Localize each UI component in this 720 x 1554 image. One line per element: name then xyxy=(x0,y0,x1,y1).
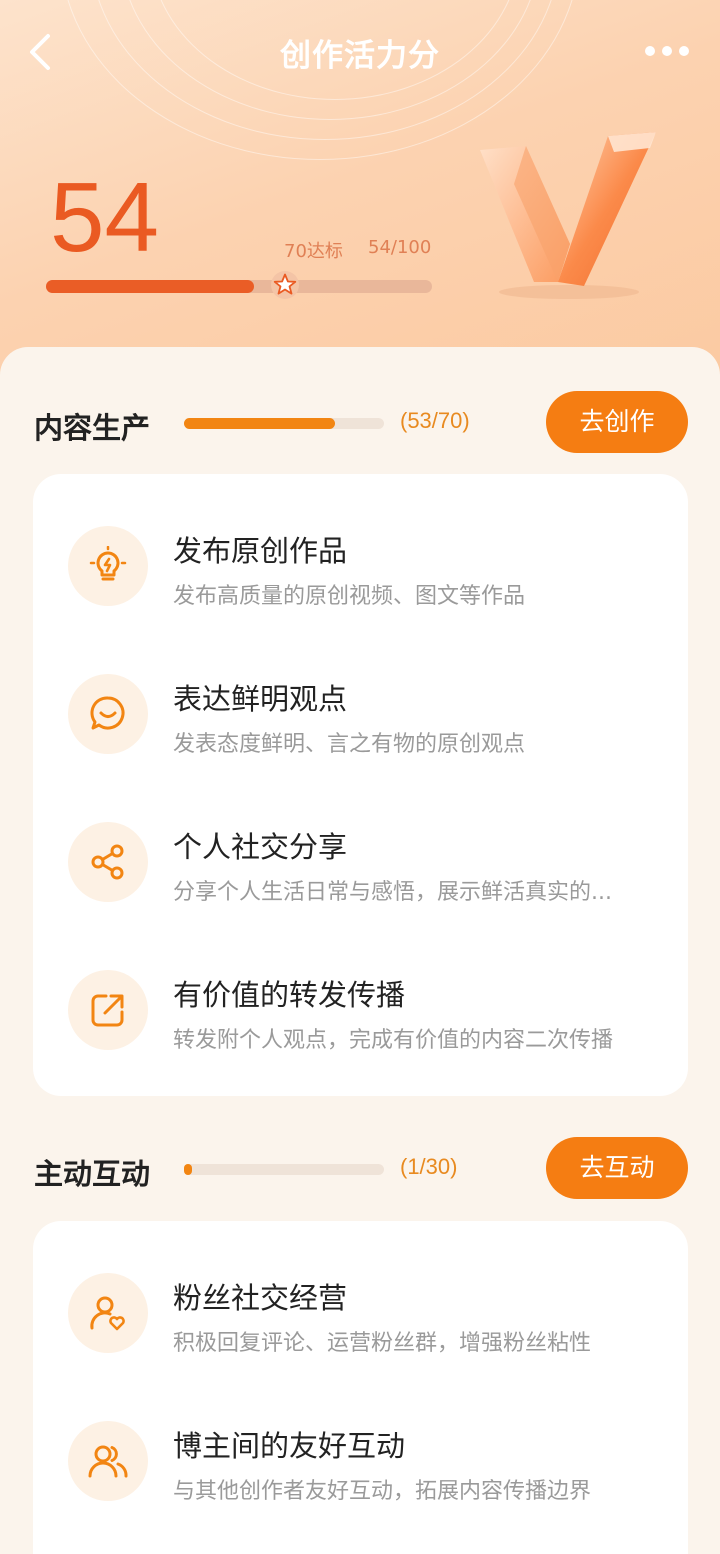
user-heart-icon xyxy=(90,1296,125,1331)
section-progress-bar xyxy=(184,418,384,429)
score-value: 54 xyxy=(50,162,160,272)
section-title: 主动互动 xyxy=(34,1157,151,1191)
task-description: 积极回复评论、运营粉丝群，增强粉丝粘性 xyxy=(173,1331,592,1356)
section-active-interaction: 主动互动 (1/30) 去互动 xyxy=(0,1137,720,1201)
task-card-interaction: 粉丝社交经营 积极回复评论、运营粉丝群，增强粉丝粘性 博主间的友好互动 与其他创… xyxy=(33,1221,688,1554)
task-icon-bg xyxy=(68,970,148,1050)
task-name: 博主间的友好互动 xyxy=(173,1429,406,1463)
task-item[interactable]: 发布原创作品 发布高质量的原创视频、图文等作品 xyxy=(33,504,688,624)
task-name: 有价值的转发传播 xyxy=(173,978,406,1012)
task-icon-bg xyxy=(68,674,148,754)
page-title: 创作活力分 xyxy=(280,38,440,74)
chat-smile-icon xyxy=(90,696,125,730)
score-progress-text: 54/100 xyxy=(368,237,432,258)
section-count: (53/70) xyxy=(400,408,470,433)
task-card-content: 发布原创作品 发布高质量的原创视频、图文等作品 表达鲜明观点 发表态度鲜明、言之… xyxy=(33,474,688,1096)
task-name: 粉丝社交经营 xyxy=(173,1281,348,1315)
task-icon-bg xyxy=(68,1421,148,1501)
task-icon-bg xyxy=(68,822,148,902)
task-description: 发表态度鲜明、言之有物的原创观点 xyxy=(173,732,526,757)
task-description: 与其他创作者友好互动，拓展内容传播边界 xyxy=(173,1479,592,1504)
users-icon xyxy=(88,1445,128,1478)
task-item[interactable]: 个人社交分享 分享个人生活日常与感悟，展示鲜活真实的... xyxy=(33,800,688,920)
score-progress-fill xyxy=(46,280,255,293)
target-label: 70达标 xyxy=(284,241,343,262)
section-progress-fill xyxy=(184,418,336,429)
task-item[interactable]: 粉丝社交经营 积极回复评论、运营粉丝群，增强粉丝粘性 xyxy=(33,1251,688,1371)
section-content-production: 内容生产 (53/70) 去创作 xyxy=(0,391,720,455)
share-icon xyxy=(91,844,124,880)
task-item[interactable]: 有价值的转发传播 转发附个人观点，完成有价值的内容二次传播 xyxy=(33,948,688,1068)
section-progress-fill xyxy=(184,1164,192,1175)
task-icon-bg xyxy=(68,526,148,606)
task-name: 发布原创作品 xyxy=(173,534,348,568)
section-count: (1/30) xyxy=(400,1154,458,1179)
task-item[interactable]: 表达鲜明观点 发表态度鲜明、言之有物的原创观点 xyxy=(33,652,688,772)
section-title: 内容生产 xyxy=(34,411,151,445)
task-item[interactable]: 博主间的友好互动 与其他创作者友好互动，拓展内容传播边界 xyxy=(33,1399,688,1519)
more-dots-icon[interactable] xyxy=(644,44,690,58)
score-progress-bar xyxy=(46,280,432,293)
go-interact-button[interactable]: 去互动 xyxy=(546,1137,688,1199)
star-target-icon xyxy=(271,271,300,299)
section-progress-bar xyxy=(184,1164,384,1175)
top-bar: 创作活力分 xyxy=(0,0,720,104)
task-name: 表达鲜明观点 xyxy=(173,682,348,716)
lightbulb-icon xyxy=(89,546,127,581)
go-create-button[interactable]: 去创作 xyxy=(546,391,688,453)
forward-icon xyxy=(91,994,124,1027)
task-description: 发布高质量的原创视频、图文等作品 xyxy=(173,584,526,609)
task-description: 转发附个人观点，完成有价值的内容二次传播 xyxy=(173,1028,614,1053)
task-description: 分享个人生活日常与感悟，展示鲜活真实的... xyxy=(173,880,612,905)
task-name: 个人社交分享 xyxy=(173,830,348,864)
task-icon-bg xyxy=(68,1273,148,1353)
v-badge-icon xyxy=(480,132,656,299)
